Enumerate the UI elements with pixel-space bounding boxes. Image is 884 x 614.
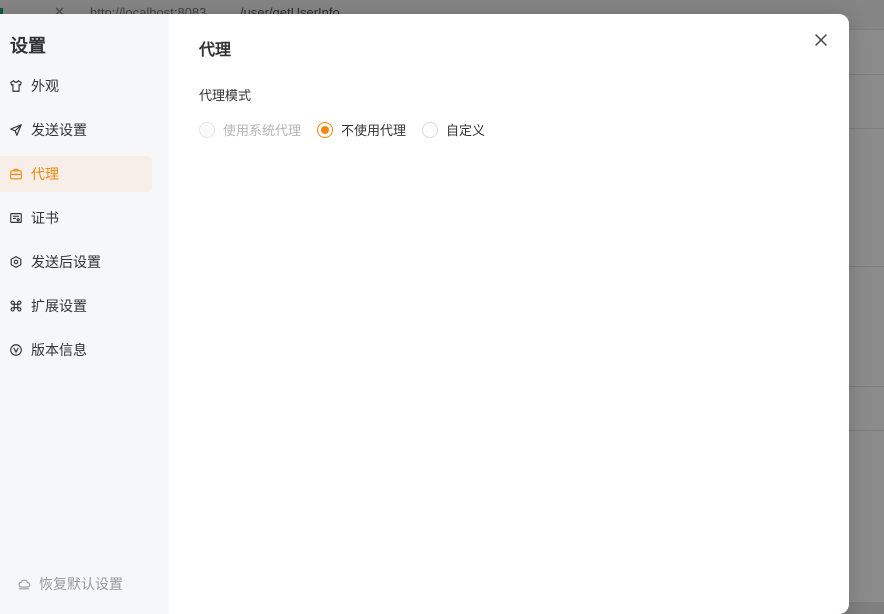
version-icon	[8, 342, 24, 358]
close-button[interactable]	[811, 32, 831, 52]
sidebar-item-version-info[interactable]: 版本信息	[0, 332, 152, 368]
sidebar-item-proxy[interactable]: 代理	[0, 156, 152, 192]
proxy-mode-label: 代理模式	[199, 88, 252, 103]
shirt-icon	[8, 78, 24, 94]
sidebar-title: 设置	[10, 36, 46, 56]
radio-indicator[interactable]	[199, 121, 215, 138]
certificate-icon	[8, 210, 24, 226]
send-icon	[8, 122, 24, 138]
page-title: 代理	[199, 42, 232, 59]
sidebar-item-extension-settings[interactable]: 扩展设置	[0, 288, 152, 324]
sidebar-item-certificate[interactable]: 证书	[0, 200, 152, 236]
radio-label: 不使用代理	[341, 123, 407, 138]
close-icon	[814, 33, 828, 52]
sidebar-item-label: 版本信息	[31, 342, 87, 358]
sidebar-item-label: 发送后设置	[31, 254, 101, 270]
proxy-mode-radio-group: 使用系统代理 不使用代理 自定义	[199, 120, 501, 139]
radio-label: 使用系统代理	[223, 123, 302, 138]
sidebar-item-appearance[interactable]: 外观	[0, 68, 152, 104]
radio-custom-proxy[interactable]: 自定义	[422, 120, 485, 139]
radio-label: 自定义	[446, 123, 486, 138]
restore-defaults-label: 恢复默认设置	[39, 576, 123, 592]
sidebar-item-label: 外观	[31, 78, 59, 94]
settings-sidebar: 设置 外观 发送设置 代理 证书 发送后设置 扩展设置 版本信息 恢复默认设置	[0, 14, 169, 614]
briefcase-icon	[8, 166, 24, 182]
sidebar-item-send-settings[interactable]: 发送设置	[0, 112, 152, 148]
radio-indicator[interactable]	[422, 121, 439, 138]
cloud-restore-icon	[16, 576, 32, 592]
settings-modal: 设置 外观 发送设置 代理 证书 发送后设置 扩展设置 版本信息 恢复默认设置 …	[0, 14, 849, 614]
sidebar-item-label: 代理	[31, 166, 59, 182]
restore-defaults-button[interactable]: 恢复默认设置	[16, 574, 123, 594]
radio-no-proxy[interactable]: 不使用代理	[317, 120, 406, 139]
settings-menu: 外观 发送设置 代理 证书 发送后设置 扩展设置 版本信息	[0, 68, 169, 376]
settings-content: 代理 代理模式 使用系统代理 不使用代理 自定义	[169, 14, 849, 614]
sidebar-item-label: 发送设置	[31, 122, 87, 138]
hexagon-settings-icon	[8, 254, 24, 270]
command-icon	[8, 298, 24, 314]
sidebar-item-post-send-settings[interactable]: 发送后设置	[0, 244, 152, 280]
radio-indicator[interactable]	[317, 121, 334, 138]
radio-use-system-proxy[interactable]: 使用系统代理	[199, 120, 301, 139]
sidebar-item-label: 证书	[31, 210, 59, 226]
sidebar-item-label: 扩展设置	[31, 298, 87, 314]
